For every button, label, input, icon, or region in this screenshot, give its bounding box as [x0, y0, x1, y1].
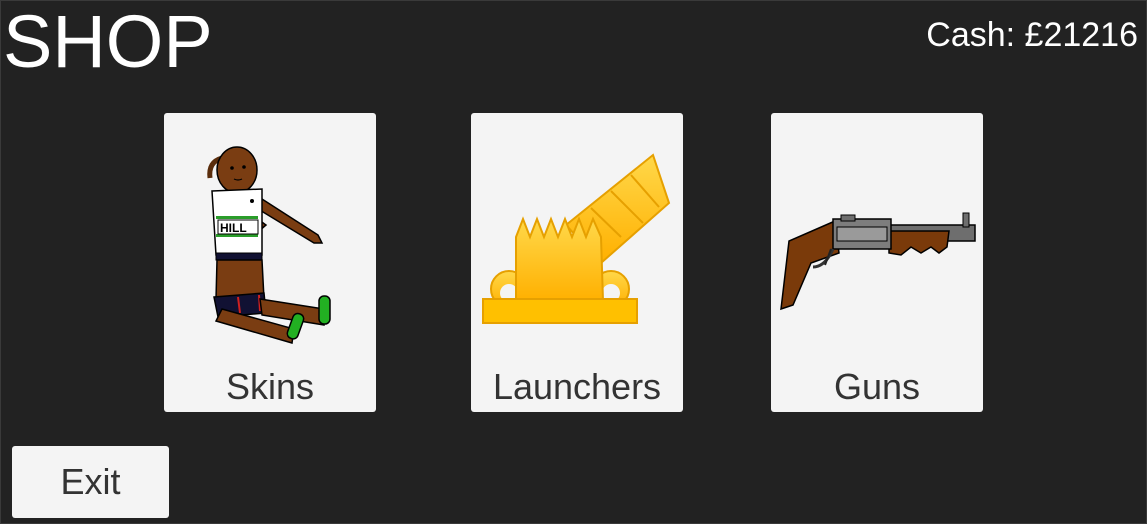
bib-text: HILL [220, 221, 247, 235]
skins-button[interactable]: HILL Skins [164, 113, 376, 412]
exit-button[interactable]: Exit [12, 446, 169, 518]
skins-label: Skins [225, 366, 315, 407]
launchers-label: Launchers [492, 366, 662, 407]
page-title: SHOP [3, 0, 213, 83]
guns-button[interactable]: Guns [771, 113, 983, 412]
launchers-button[interactable]: Launchers [471, 113, 683, 412]
shop-screen: SHOP Cash: £21216 HILL Skins Launchers G… [0, 0, 1147, 524]
guns-label: Guns [833, 366, 921, 407]
cash-display: Cash: £21216 [926, 16, 1138, 54]
